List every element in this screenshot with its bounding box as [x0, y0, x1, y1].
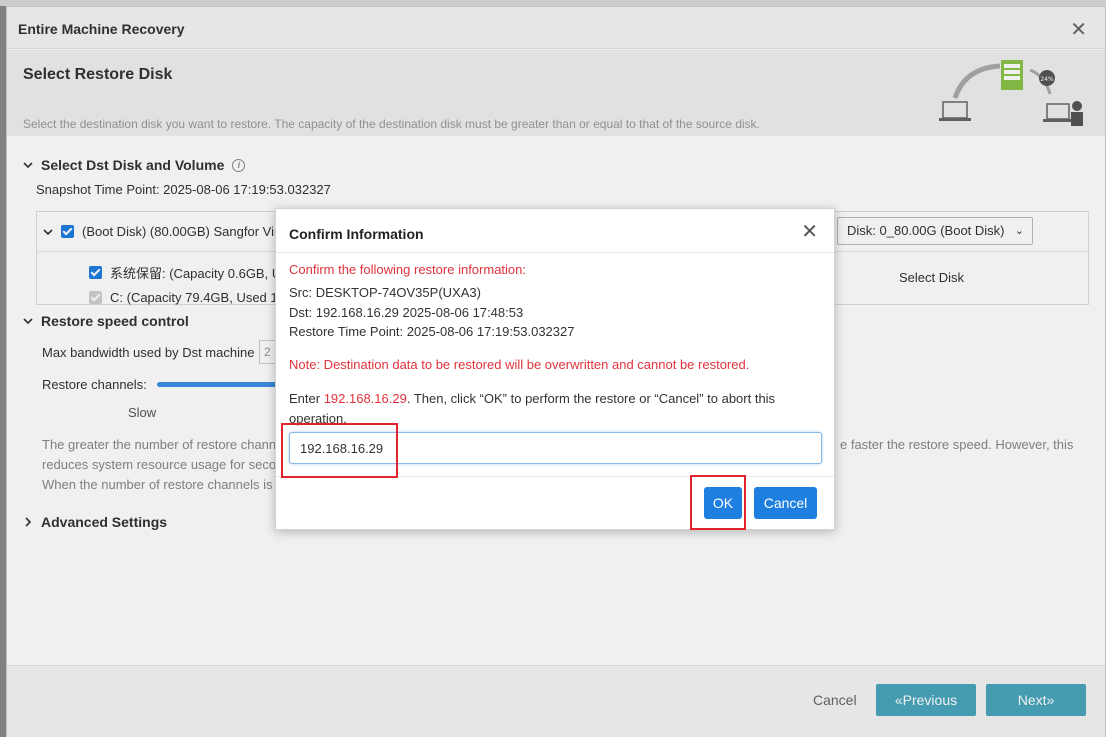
confirm-dialog: Confirm Information ✕ Confirm the follow… [275, 208, 835, 530]
overwrite-warning: Note: Destination data to be restored wi… [289, 357, 750, 372]
confirm-heading: Confirm the following restore informatio… [289, 262, 526, 277]
highlight-box-ok [690, 475, 746, 530]
time-point-info: Restore Time Point: 2025-08-06 17:19:53.… [289, 324, 575, 339]
highlight-box-input [281, 423, 398, 478]
dst-info: Dst: 192.168.16.29 2025-08-06 17:48:53 [289, 305, 524, 320]
enter-suffix: . Then, click “OK” to perform the restor… [406, 391, 776, 406]
src-info: Src: DESKTOP-74OV35P(UXA3) [289, 285, 481, 300]
dialog-title: Confirm Information [289, 226, 424, 242]
dialog-close-icon[interactable]: ✕ [801, 219, 818, 244]
dialog-cancel-button[interactable]: Cancel [754, 487, 817, 519]
enter-prefix: Enter [289, 391, 324, 406]
dialog-header: Confirm Information ✕ [276, 209, 834, 253]
enter-ip: 192.168.16.29 [323, 391, 407, 406]
